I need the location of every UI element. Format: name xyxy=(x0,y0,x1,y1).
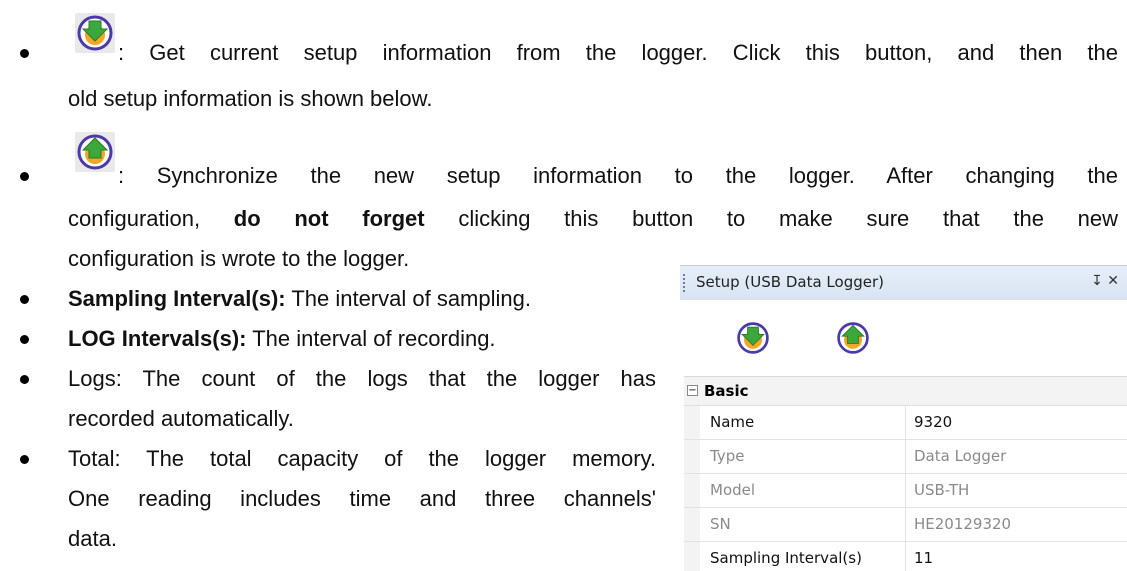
bullet xyxy=(20,49,29,58)
property-row[interactable]: Model USB-TH xyxy=(684,474,1127,508)
term-definition: The interval of sampling. xyxy=(291,286,531,311)
text-line: configuration, do not forget clicking th… xyxy=(68,206,1118,232)
property-value: HE20129320 xyxy=(905,508,1127,541)
text-fragment: configuration, xyxy=(68,206,201,231)
panel-title-bar: Setup (USB Data Logger) ↧ ✕ xyxy=(680,265,1127,300)
property-key: Type xyxy=(710,447,745,465)
property-value[interactable]: 9320 xyxy=(905,406,1127,439)
text-line: old setup information is shown below. xyxy=(68,86,433,111)
text-fragment: clicking this button to make sure that t… xyxy=(458,206,1118,231)
property-key: Name xyxy=(710,413,755,431)
bullet xyxy=(20,455,29,464)
drag-grip-icon[interactable] xyxy=(683,274,685,292)
property-row[interactable]: Type Data Logger xyxy=(684,440,1127,474)
download-arrow-icon xyxy=(77,15,113,51)
bullet xyxy=(20,295,29,304)
text-line: Logs: The count of the logs that the log… xyxy=(68,366,656,391)
download-arrow-icon xyxy=(737,322,769,354)
property-key: Model xyxy=(710,481,756,499)
text-line: configuration is wrote to the logger. xyxy=(68,246,410,271)
emphasis-text: do not forget xyxy=(233,206,425,231)
text-line: LOG Intervals(s): The interval of record… xyxy=(68,326,496,352)
collapse-toggle-icon[interactable]: − xyxy=(687,385,698,396)
upload-arrow-icon xyxy=(837,322,869,354)
property-value[interactable]: 11 xyxy=(905,542,1127,571)
bullet xyxy=(20,375,29,384)
sync-setup-button[interactable] xyxy=(75,132,115,172)
bullet xyxy=(20,172,29,181)
pin-close-icon[interactable]: ↧ ✕ xyxy=(1091,273,1119,289)
sync-setup-toolbar-button[interactable] xyxy=(835,320,871,360)
property-row[interactable]: Sampling Interval(s) 11 xyxy=(684,542,1127,571)
get-setup-toolbar-button[interactable] xyxy=(735,320,771,360)
term-label: Sampling Interval(s): xyxy=(68,286,286,311)
property-grid: − Basic Name 9320 Type Data Logger Model… xyxy=(684,376,1127,571)
property-row[interactable]: SN HE20129320 xyxy=(684,508,1127,542)
property-value: Data Logger xyxy=(905,440,1127,473)
setup-panel: Setup (USB Data Logger) ↧ ✕ − Basic Name… xyxy=(670,265,1127,571)
get-setup-button[interactable] xyxy=(75,13,115,53)
term-label: LOG Intervals(s): xyxy=(68,326,247,351)
property-key: Sampling Interval(s) xyxy=(710,549,862,567)
panel-title: Setup (USB Data Logger) xyxy=(696,273,884,291)
text-line: Total: The total capacity of the logger … xyxy=(68,446,656,471)
upload-arrow-icon xyxy=(77,134,113,170)
text-line: data. xyxy=(68,526,117,551)
category-label: Basic xyxy=(704,382,749,400)
text-line: : Get current setup information from the… xyxy=(118,40,1118,65)
text-line: One reading includes time and three chan… xyxy=(68,486,656,511)
text-line: : Synchronize the new setup information … xyxy=(118,163,1118,188)
text-line: recorded automatically. xyxy=(68,406,294,431)
bullet xyxy=(20,335,29,344)
term-definition: The interval of recording. xyxy=(252,326,496,351)
property-value: USB-TH xyxy=(905,474,1127,507)
category-basic[interactable]: − Basic xyxy=(684,376,1127,406)
text-line: Sampling Interval(s): The interval of sa… xyxy=(68,286,531,312)
property-key: SN xyxy=(710,515,731,533)
property-row[interactable]: Name 9320 xyxy=(684,406,1127,440)
